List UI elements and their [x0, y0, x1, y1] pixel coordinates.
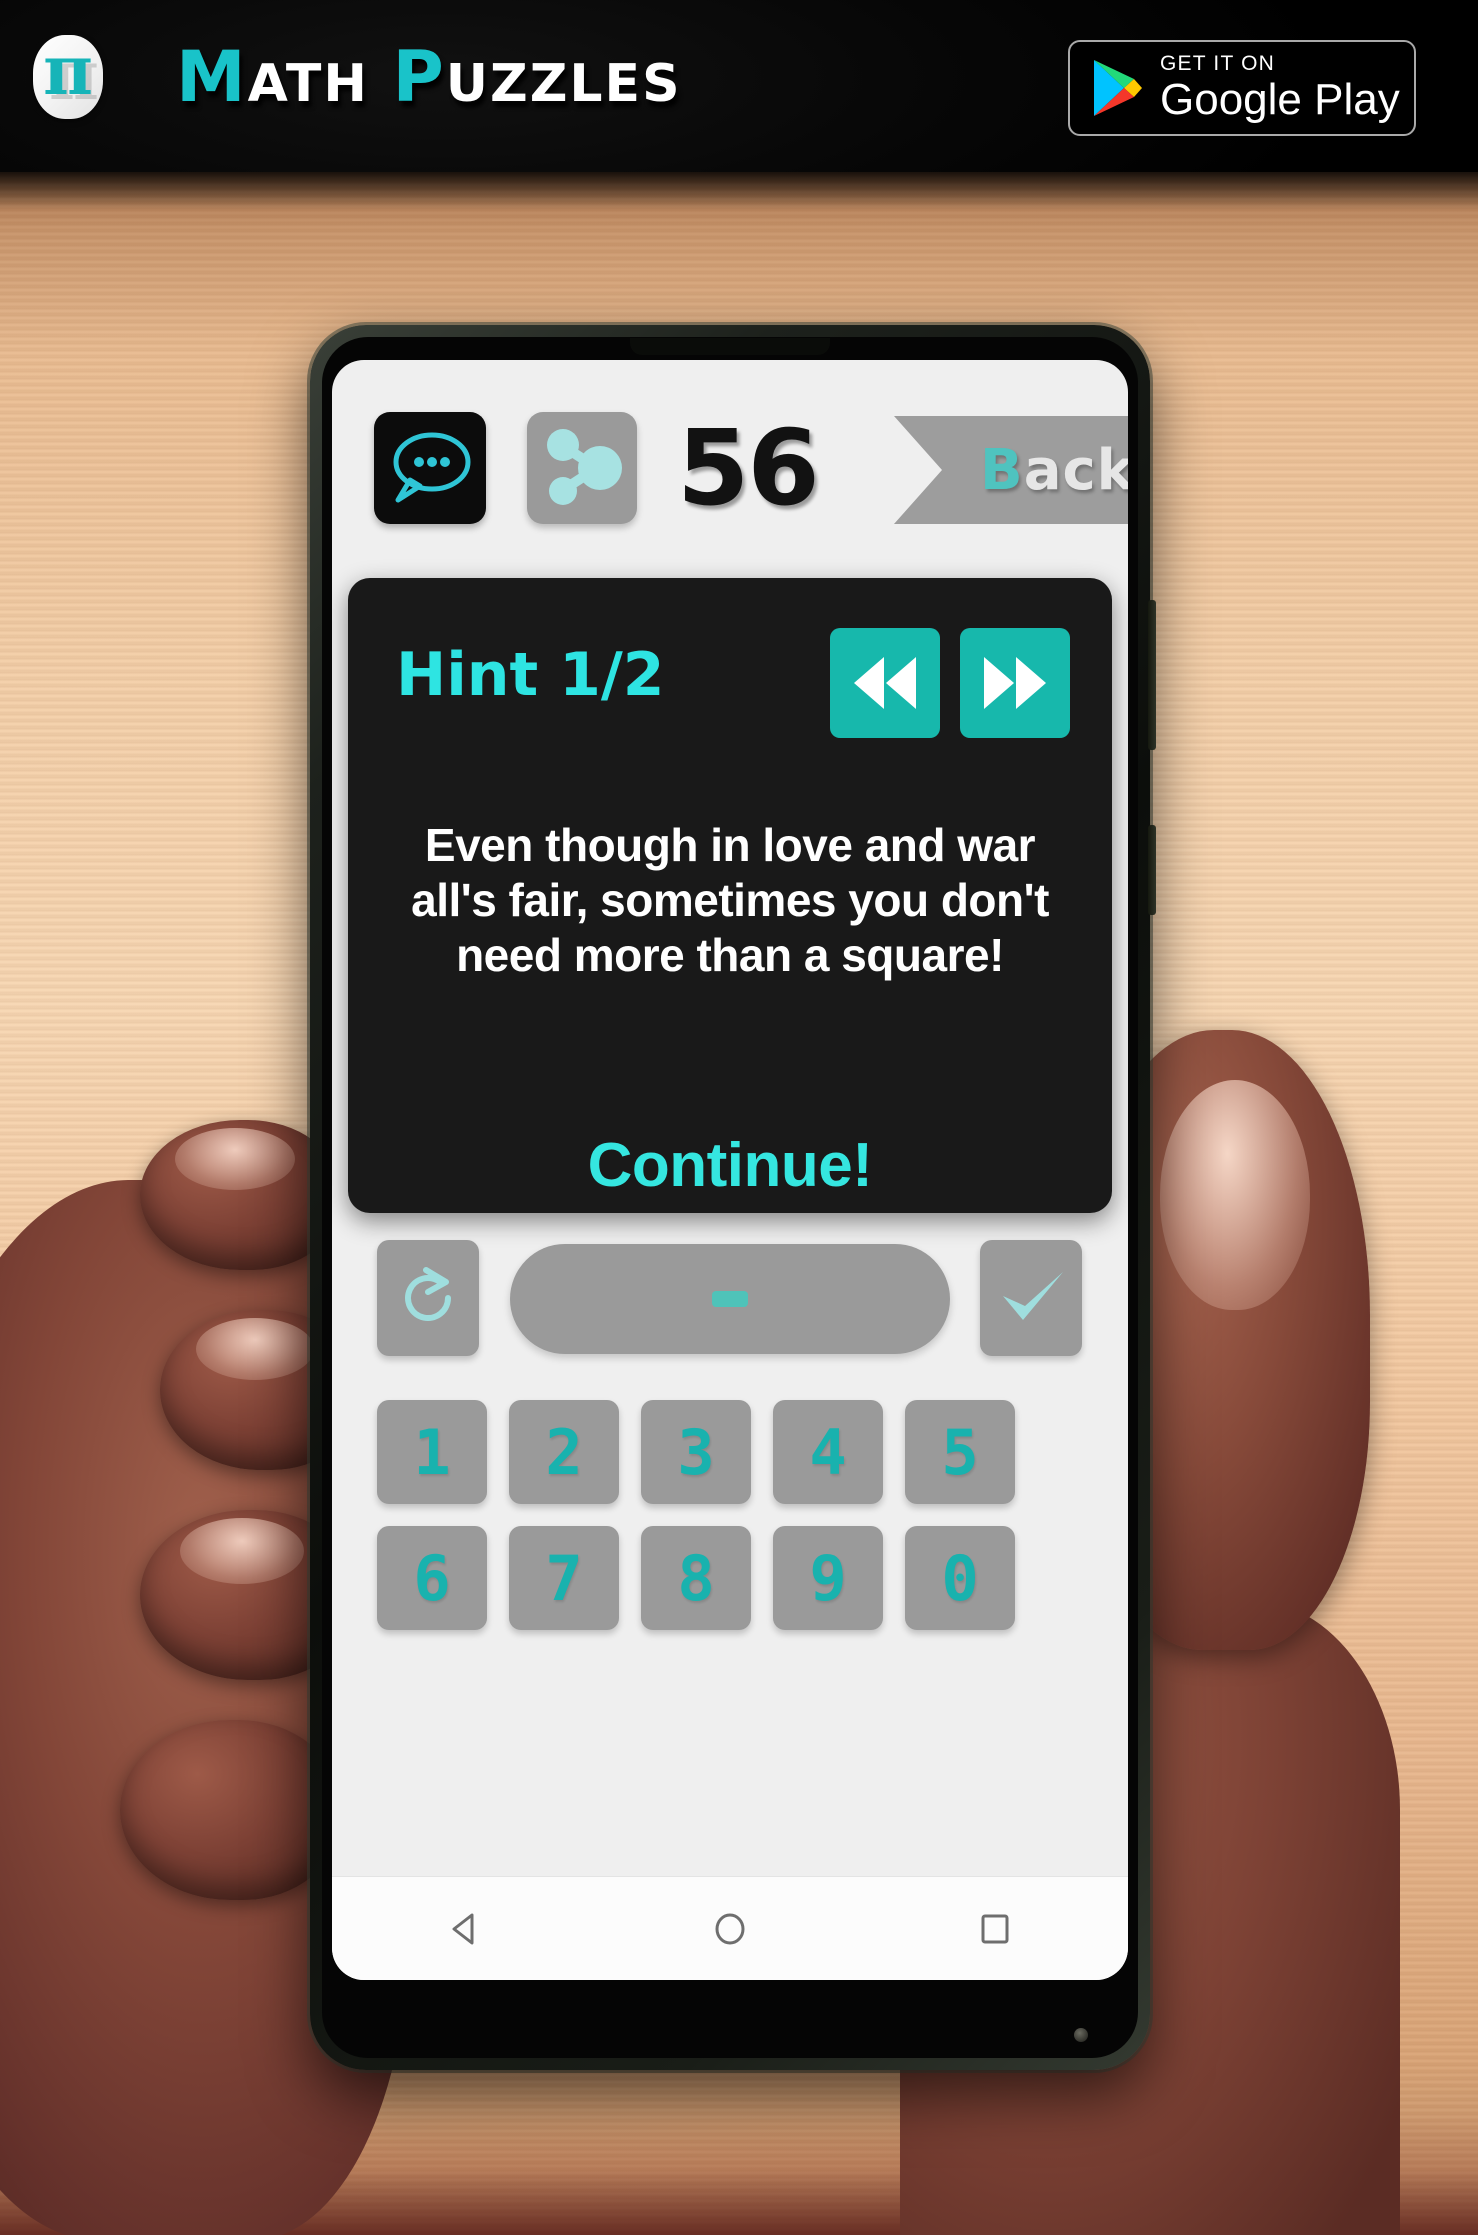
back-label-first-letter: B: [980, 437, 1024, 503]
hand-fingernail: [180, 1518, 304, 1584]
android-home-button[interactable]: [707, 1906, 753, 1952]
android-recents-icon: [981, 1914, 1009, 1943]
answer-display[interactable]: [510, 1244, 950, 1354]
wordmark-ath: ATH: [247, 54, 369, 114]
wordmark-uzzles: UZZLES: [445, 54, 682, 114]
google-play-triangle-icon: [1094, 60, 1142, 116]
hint-dialog: Hint 1/2 Even though in love and war all…: [348, 578, 1112, 1213]
answer-placeholder-dash: [712, 1291, 748, 1307]
app-topbar: 56 Back: [332, 360, 1128, 560]
continue-button[interactable]: Continue!: [348, 1130, 1112, 1201]
answer-input-row: [332, 1240, 1128, 1360]
app-wordmark: MATH PUZZLES: [176, 38, 682, 116]
app-logo-icon: π: [33, 35, 103, 119]
hand-fingernail: [196, 1318, 314, 1380]
reset-button[interactable]: [377, 1240, 479, 1356]
hand-thumbnail: [1160, 1080, 1310, 1310]
key-2[interactable]: 2: [509, 1400, 619, 1504]
app-screen: 56 Back Hint 1/2 Even though in love and…: [332, 360, 1128, 1980]
google-play-badge-texts: GET IT ON Google Play: [1160, 52, 1400, 124]
number-keypad: 1 2 3 4 5 6 7 8 9 0: [377, 1400, 1083, 1652]
fast-forward-icon: [984, 657, 1046, 709]
share-button[interactable]: [527, 412, 637, 524]
hint-body-text: Even though in love and war all's fair, …: [411, 819, 1049, 981]
android-back-icon: [452, 1913, 474, 1944]
keypad-row-1: 1 2 3 4 5: [377, 1400, 1083, 1504]
android-home-icon: [715, 1913, 745, 1944]
pi-symbol: π: [43, 35, 93, 111]
key-8[interactable]: 8: [641, 1526, 751, 1630]
android-back-button[interactable]: [442, 1906, 488, 1952]
key-6[interactable]: 6: [377, 1526, 487, 1630]
keypad-row-2: 6 7 8 9 0: [377, 1526, 1083, 1630]
refresh-icon: [405, 1267, 451, 1321]
key-7[interactable]: 7: [509, 1526, 619, 1630]
wordmark-p: P: [392, 36, 446, 118]
rewind-icon: [854, 657, 916, 709]
key-9[interactable]: 9: [773, 1526, 883, 1630]
chat-button[interactable]: [374, 412, 486, 524]
hint-previous-button[interactable]: [830, 628, 940, 738]
android-navigation-bar: [332, 1876, 1128, 1980]
hint-title: Hint 1/2: [396, 640, 665, 710]
google-play-get-it-on: GET IT ON: [1160, 52, 1276, 75]
wordmark-m: M: [176, 36, 248, 118]
hint-next-button[interactable]: [960, 628, 1070, 738]
key-4[interactable]: 4: [773, 1400, 883, 1504]
chat-bubble-icon: [393, 432, 471, 503]
phone-volume-button[interactable]: [1148, 600, 1156, 750]
key-5[interactable]: 5: [905, 1400, 1015, 1504]
back-button[interactable]: Back: [894, 416, 1128, 524]
android-recents-button[interactable]: [972, 1906, 1018, 1952]
phone-notch: [630, 338, 830, 355]
google-play-label: Google Play: [1160, 75, 1400, 124]
back-button-label: Back: [980, 438, 1128, 503]
share-nodes-icon: [547, 429, 622, 505]
submit-check-button[interactable]: [980, 1240, 1082, 1356]
marketing-banner: π MATH PUZZLES GET IT ON Google Play: [0, 0, 1478, 172]
level-number: 56: [677, 407, 820, 529]
key-3[interactable]: 3: [641, 1400, 751, 1504]
hand-finger: [120, 1720, 340, 1900]
key-0[interactable]: 0: [905, 1526, 1015, 1630]
phone-power-button[interactable]: [1148, 825, 1156, 915]
phone-microphone-dot: [1074, 2028, 1088, 2042]
key-1[interactable]: 1: [377, 1400, 487, 1504]
checkmark-icon: [1003, 1272, 1063, 1320]
back-label-rest: ack: [1023, 437, 1128, 503]
hand-fingernail: [175, 1128, 295, 1190]
google-play-badge[interactable]: GET IT ON Google Play: [1068, 40, 1416, 136]
screenshot-root: 56 Back Hint 1/2 Even though in love and…: [0, 0, 1478, 2235]
